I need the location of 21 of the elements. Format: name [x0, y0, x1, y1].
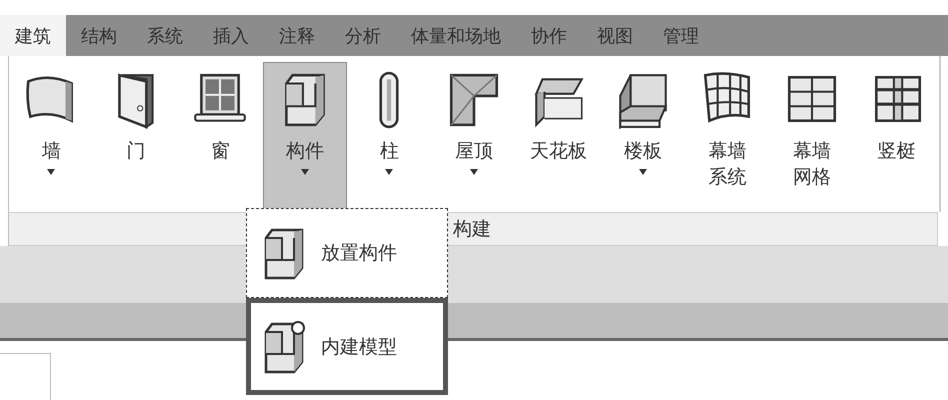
ribbon-tab[interactable]: 视图	[582, 15, 648, 56]
ribbon-button[interactable]: 楼板	[600, 62, 686, 212]
ribbon-tab[interactable]: 结构	[66, 15, 132, 56]
ribbon-button[interactable]: 幕墙网格	[770, 62, 854, 212]
menu-item[interactable]: 内建模型	[246, 298, 448, 395]
ribbon-tab[interactable]: 体量和场地	[396, 15, 516, 56]
ribbon-tab[interactable]: 建筑	[0, 15, 66, 56]
ribbon-tab[interactable]: 系统	[132, 15, 198, 56]
ribbon-button[interactable]: 幕墙系统	[685, 62, 770, 212]
ribbon-tab[interactable]: 插入	[198, 15, 264, 56]
ribbon-tab[interactable]: 分析	[330, 15, 396, 56]
menu-item[interactable]: 放置构件	[246, 208, 448, 298]
ribbon-button[interactable]: 门	[94, 62, 178, 212]
ribbon-tab[interactable]: 管理	[648, 15, 714, 56]
ribbon-button[interactable]: 竖梃	[854, 62, 940, 212]
view-tab[interactable]	[0, 353, 51, 400]
panel-title: 构建	[453, 217, 491, 242]
ribbon-button[interactable]: 天花板	[516, 62, 601, 212]
ribbon-tab[interactable]: 注释	[264, 15, 330, 56]
ribbon-tab[interactable]: 协作	[516, 15, 582, 56]
ribbon-button[interactable]: 墙	[9, 62, 94, 212]
